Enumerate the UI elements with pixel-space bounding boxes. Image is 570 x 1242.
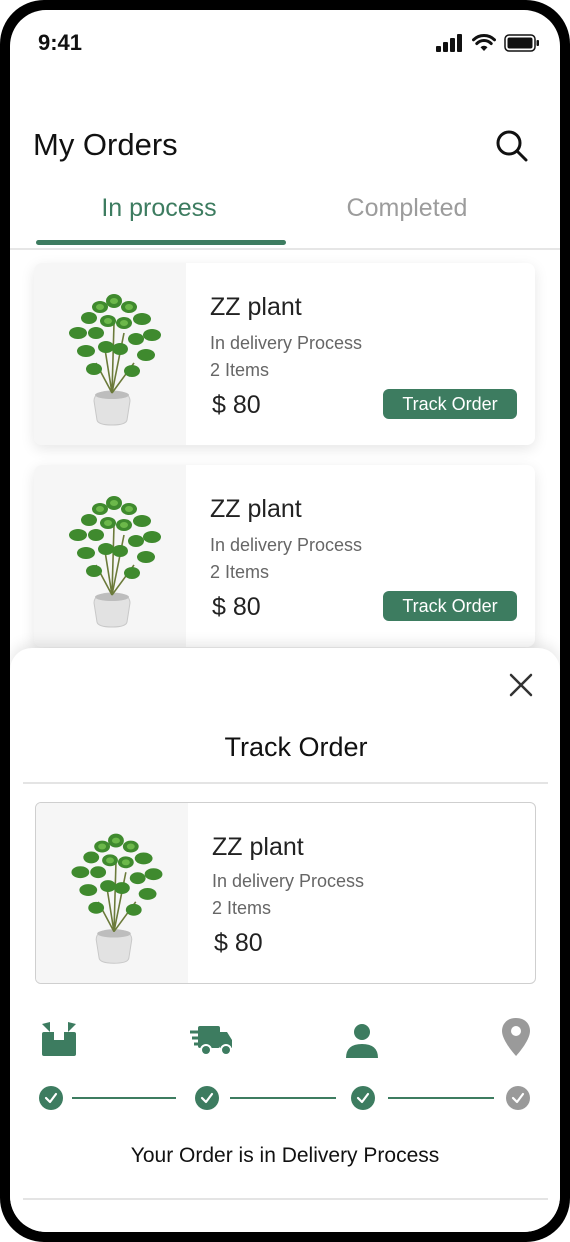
app-screen: 9:41 My Orders In process Completed ZZ p… [10, 10, 560, 1232]
location-pin-icon [502, 1018, 530, 1056]
step-connector [230, 1097, 336, 1099]
product-name: ZZ plant [210, 293, 302, 321]
wifi-icon [472, 34, 496, 51]
track-order-button[interactable]: Track Order [383, 389, 517, 419]
order-status: In delivery Process [210, 535, 363, 555]
step-connector [72, 1097, 176, 1099]
check-icon [511, 1092, 525, 1104]
page-title: My Orders [33, 127, 178, 162]
plant-image [34, 465, 186, 647]
order-card[interactable]: ZZ plant In delivery Process 2 Items $ 8… [34, 263, 535, 445]
cellular-signal-icon [436, 34, 462, 52]
plant-image [36, 803, 188, 983]
product-name: ZZ plant [212, 833, 304, 861]
plant-icon [69, 294, 161, 426]
item-count: 2 Items [212, 898, 272, 918]
delivery-status-message: Your Order is in Delivery Process [130, 1144, 440, 1167]
order-tabs: In process Completed [10, 190, 560, 250]
battery-icon [504, 34, 539, 52]
plant-icon [71, 833, 163, 964]
divider [23, 1198, 548, 1200]
step-complete-check [351, 1086, 375, 1110]
step-complete-check [195, 1086, 219, 1110]
delivery-truck-icon [190, 1026, 232, 1056]
item-count: 2 Items [210, 562, 270, 582]
search-button[interactable] [494, 128, 530, 164]
check-icon [356, 1092, 370, 1104]
order-status: In delivery Process [212, 871, 365, 891]
step-connector [388, 1097, 494, 1099]
check-icon [200, 1092, 214, 1104]
tab-completed[interactable]: Completed [282, 194, 532, 223]
tab-in-process[interactable]: In process [34, 194, 284, 223]
person-icon [346, 1024, 378, 1058]
active-tab-indicator [36, 240, 286, 245]
step-pending-check [506, 1086, 530, 1110]
order-price: $ 80 [212, 593, 261, 621]
order-price: $ 80 [214, 929, 263, 957]
close-icon [509, 673, 533, 697]
close-button[interactable] [508, 672, 534, 698]
order-card[interactable]: ZZ plant In delivery Process 2 Items $ 8… [34, 465, 535, 647]
track-order-sheet: Track Order ZZ plant In delivery Process… [10, 648, 560, 1232]
divider [23, 782, 548, 784]
device-frame: 9:41 My Orders In process Completed ZZ p… [0, 0, 570, 1242]
package-icon [42, 1022, 76, 1056]
plant-icon [69, 496, 161, 628]
status-bar: 9:41 [10, 10, 560, 80]
track-order-button[interactable]: Track Order [383, 591, 517, 621]
status-icons [436, 34, 540, 52]
order-status: In delivery Process [210, 333, 363, 353]
order-price: $ 80 [212, 391, 261, 419]
search-icon [496, 130, 528, 162]
plant-image [34, 263, 186, 445]
sheet-title: Track Order [224, 732, 368, 762]
product-name: ZZ plant [210, 495, 302, 523]
step-complete-check [39, 1086, 63, 1110]
delivery-progress [10, 1008, 560, 1118]
tracked-order-card: ZZ plant In delivery Process 2 Items $ 8… [35, 802, 536, 984]
check-icon [44, 1092, 58, 1104]
item-count: 2 Items [210, 360, 270, 380]
status-time: 9:41 [38, 30, 83, 55]
